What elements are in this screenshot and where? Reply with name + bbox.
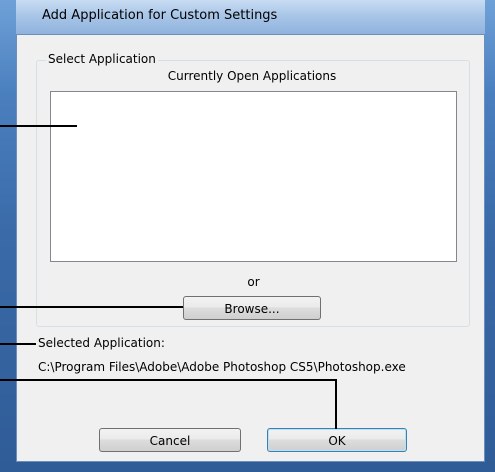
title-bar[interactable]: Add Application for Custom Settings	[16, 0, 485, 34]
callout-line-browse	[0, 306, 183, 308]
dialog-title: Add Application for Custom Settings	[42, 8, 278, 23]
callout-line-ok-horizontal	[0, 379, 337, 381]
callout-line-selected	[0, 343, 36, 345]
ok-button[interactable]: OK	[267, 428, 407, 452]
cancel-button[interactable]: Cancel	[99, 428, 241, 452]
browse-button[interactable]: Browse...	[183, 296, 321, 320]
callout-line-list	[0, 125, 77, 127]
selected-application-label: Selected Application:	[38, 336, 165, 350]
callout-line-ok-vertical	[335, 379, 337, 429]
or-separator-text: or	[247, 275, 260, 289]
window-frame-right	[485, 0, 495, 472]
open-applications-list[interactable]	[50, 91, 457, 262]
select-application-legend: Select Application	[46, 52, 158, 66]
window-frame-bottom	[0, 462, 495, 472]
open-applications-heading: Currently Open Applications	[167, 69, 337, 83]
selected-application-path: C:\Program Files\Adobe\Adobe Photoshop C…	[38, 360, 406, 374]
window-frame-left	[0, 0, 16, 472]
add-application-dialog: Add Application for Custom Settings Sele…	[0, 0, 495, 472]
